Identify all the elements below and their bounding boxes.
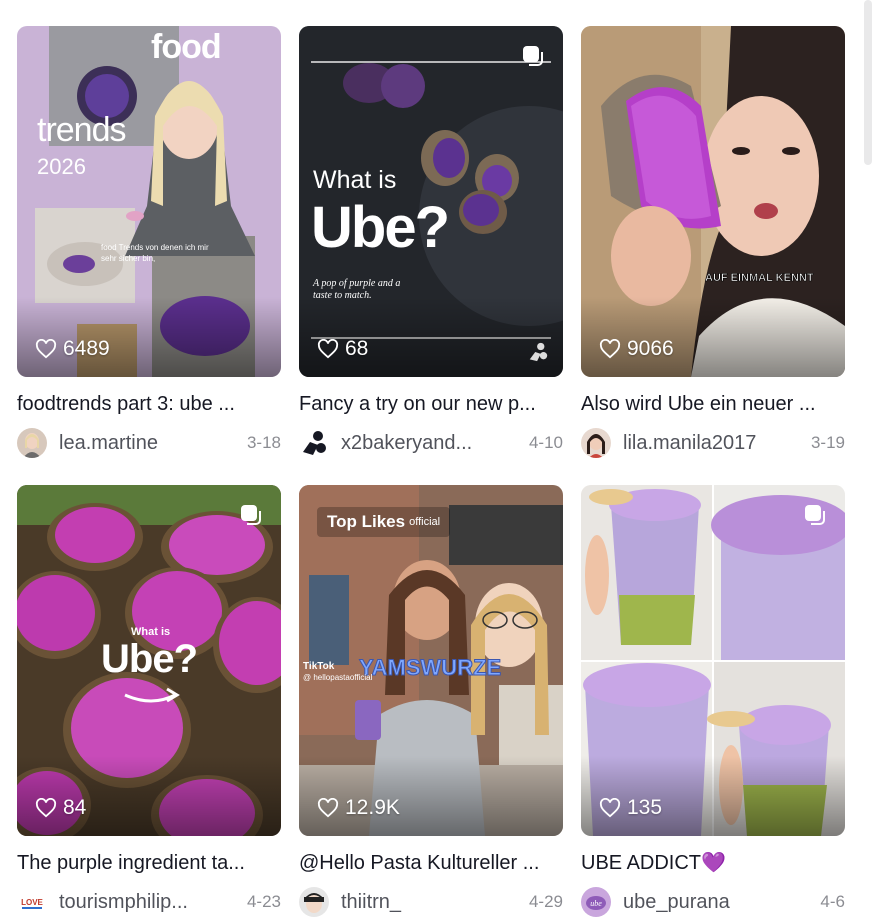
video-meta: thiitrn_ 4-29 bbox=[299, 886, 563, 918]
video-card[interactable]: What is Ube? 84 The purple ingredient ta… bbox=[17, 485, 281, 924]
video-card[interactable]: Top Likes official YAMSWURZE TikTok @ he… bbox=[299, 485, 563, 924]
video-card[interactable]: What is Ube? A pop of purple and a taste… bbox=[299, 26, 563, 485]
like-count: 84 bbox=[35, 796, 86, 820]
post-date: 4-6 bbox=[820, 892, 845, 911]
like-count-value: 9066 bbox=[627, 337, 674, 360]
top-likes-label: Top Likes bbox=[327, 512, 406, 531]
like-count-value: 84 bbox=[63, 796, 87, 819]
video-meta: lea.martine 3-18 bbox=[17, 427, 281, 459]
video-meta: lila.manila2017 3-19 bbox=[581, 427, 845, 459]
video-title[interactable]: Fancy a try on our new p... bbox=[299, 391, 563, 417]
creator-logo-icon bbox=[529, 342, 548, 362]
top-likes-badge: Top Likes official bbox=[317, 507, 451, 537]
like-count: 135 bbox=[599, 796, 662, 820]
video-meta: LOVE tourismphilip... 4-23 bbox=[17, 886, 281, 918]
svg-text:ube: ube bbox=[590, 899, 602, 908]
overlay-caption: AUF EINMAL KENNT bbox=[705, 272, 814, 285]
avatar[interactable] bbox=[299, 428, 329, 458]
avatar[interactable] bbox=[17, 428, 47, 458]
overlay-text-ube: Ube? bbox=[311, 195, 450, 260]
video-title[interactable]: Also wird Ube ein neuer ... bbox=[581, 391, 845, 417]
overlay-handle: official bbox=[409, 516, 441, 528]
svg-text:LOVE: LOVE bbox=[21, 898, 43, 907]
photo-carousel-icon bbox=[241, 505, 261, 525]
video-thumbnail[interactable]: AUF EINMAL KENNT 9066 bbox=[581, 26, 845, 377]
photo-carousel-icon bbox=[523, 46, 543, 66]
username[interactable]: ube_purana bbox=[623, 891, 810, 914]
avatar[interactable]: LOVE bbox=[17, 887, 47, 917]
video-meta: ube ube_purana 4-6 bbox=[581, 886, 845, 918]
like-count-value: 6489 bbox=[63, 337, 110, 360]
like-count: 6489 bbox=[35, 337, 110, 361]
overlay-text-what-is: What is bbox=[313, 166, 397, 194]
scrollbar-thumb[interactable] bbox=[864, 0, 872, 165]
heart-outline-icon bbox=[35, 339, 57, 359]
video-title[interactable]: The purple ingredient ta... bbox=[17, 850, 281, 876]
video-card[interactable]: 135 UBE ADDICT💜 ube ube_purana 4-6 bbox=[581, 485, 845, 924]
page-scrollbar[interactable] bbox=[863, 0, 873, 924]
overlay-caption-line1: A pop of purple and a bbox=[313, 278, 401, 289]
overlay-text-trends: trends bbox=[37, 111, 126, 149]
post-date: 4-10 bbox=[528, 433, 563, 452]
video-thumbnail[interactable]: food trends 2026 food Trends von denen i… bbox=[17, 26, 281, 377]
post-date: 3-19 bbox=[810, 433, 845, 452]
overlay-text-ube: Ube? bbox=[101, 637, 198, 681]
overlay-caption: YAMSWURZE bbox=[358, 655, 502, 681]
heart-outline-icon bbox=[35, 798, 57, 818]
like-count: 68 bbox=[317, 337, 368, 361]
avatar[interactable] bbox=[299, 887, 329, 917]
video-thumbnail[interactable]: What is Ube? A pop of purple and a taste… bbox=[299, 26, 563, 377]
video-card[interactable]: food trends 2026 food Trends von denen i… bbox=[17, 26, 281, 485]
username[interactable]: thiitrn_ bbox=[341, 891, 519, 914]
post-date: 4-29 bbox=[528, 892, 563, 911]
like-count-value: 135 bbox=[627, 796, 663, 819]
username[interactable]: x2bakeryand... bbox=[341, 432, 519, 455]
username[interactable]: lea.martine bbox=[59, 432, 237, 455]
like-count-value: 12.9K bbox=[345, 796, 400, 819]
photo-carousel-icon bbox=[805, 505, 825, 525]
avatar[interactable] bbox=[581, 428, 611, 458]
like-count: 9066 bbox=[599, 337, 674, 361]
username[interactable]: lila.manila2017 bbox=[623, 432, 801, 455]
overlay-text-year: 2026 bbox=[37, 154, 86, 179]
overlay-caption: food Trends von denen ich mir sehr siche… bbox=[101, 243, 209, 263]
like-count: 12.9K bbox=[317, 796, 400, 820]
heart-outline-icon bbox=[317, 339, 339, 359]
video-title[interactable]: UBE ADDICT💜 bbox=[581, 850, 845, 876]
avatar[interactable]: ube bbox=[581, 887, 611, 917]
video-meta: x2bakeryand... 4-10 bbox=[299, 427, 563, 459]
video-thumbnail[interactable]: Top Likes official YAMSWURZE TikTok @ he… bbox=[299, 485, 563, 836]
video-thumbnail[interactable]: 135 bbox=[581, 485, 845, 836]
video-title[interactable]: @Hello Pasta Kultureller ... bbox=[299, 850, 563, 876]
tiktok-watermark: TikTok bbox=[303, 661, 335, 672]
post-date: 3-18 bbox=[246, 433, 281, 452]
post-date: 4-23 bbox=[246, 892, 281, 911]
overlay-text-food: food bbox=[151, 28, 222, 66]
video-grid: food trends 2026 food Trends von denen i… bbox=[17, 26, 845, 924]
video-thumbnail[interactable]: What is Ube? 84 bbox=[17, 485, 281, 836]
username[interactable]: tourismphilip... bbox=[59, 891, 237, 914]
heart-outline-icon bbox=[599, 798, 621, 818]
video-card[interactable]: AUF EINMAL KENNT 9066 Also wird Ube ein … bbox=[581, 26, 845, 485]
heart-outline-icon bbox=[317, 798, 339, 818]
video-title[interactable]: foodtrends part 3: ube ... bbox=[17, 391, 281, 417]
heart-outline-icon bbox=[599, 339, 621, 359]
tiktok-handle: @ hellopastaofficial bbox=[303, 673, 373, 682]
like-count-value: 68 bbox=[345, 337, 369, 360]
